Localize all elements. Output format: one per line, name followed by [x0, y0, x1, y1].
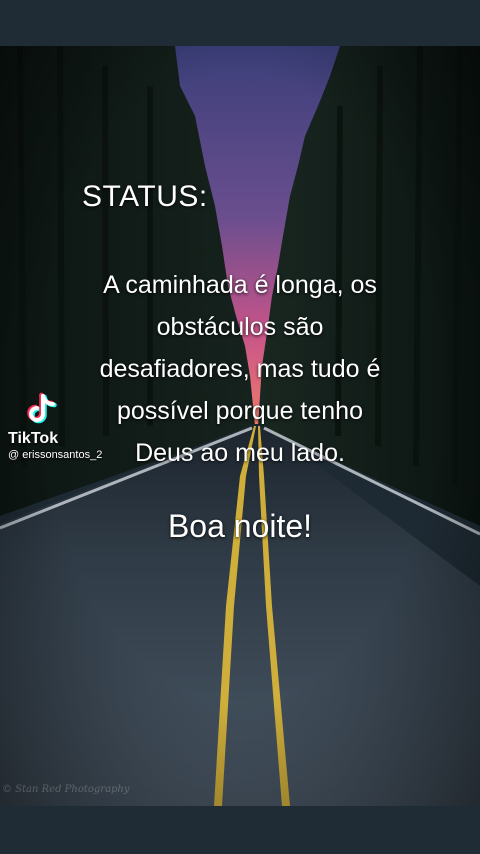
status-heading: STATUS: [82, 180, 208, 213]
tiktok-brand-label: TikTok [8, 430, 59, 447]
video-frame: STATUS: A caminhada é longa, os obstácul… [0, 0, 480, 854]
quote-line: A caminhada é longa, os [103, 271, 377, 299]
tiktok-note-icon [27, 392, 57, 424]
tiktok-watermark: TikTok @ erissonsantos_2 [8, 392, 128, 462]
top-letterbox-bar [0, 0, 480, 46]
greeting-text: Boa noite! [167, 508, 313, 544]
quote-line: desafiadores, mas tudo é [99, 355, 381, 383]
tiktok-handle: @ erissonsantos_2 [8, 449, 103, 461]
photo-credit: © Stan Red Photography [2, 784, 130, 795]
quote-line: obstáculos são [156, 313, 324, 341]
bottom-letterbox-bar [0, 806, 480, 854]
